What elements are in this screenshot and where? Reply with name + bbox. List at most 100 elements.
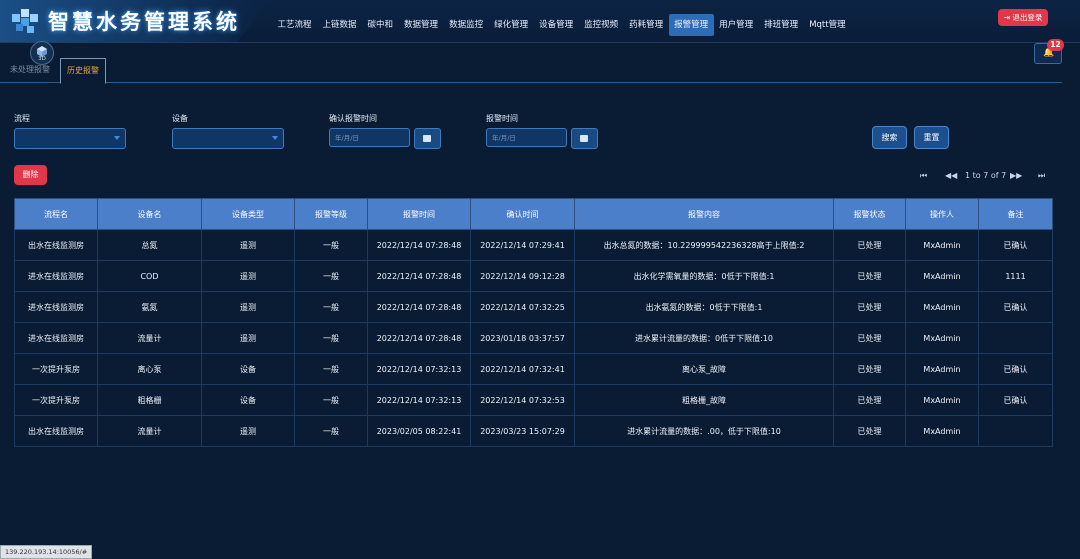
table-cell: 设备 (201, 384, 295, 416)
table-cell: 进水在线监测房 (14, 291, 98, 323)
device-filter-label: 设备 (172, 114, 188, 123)
table-row[interactable]: 进水在线监测房 COD 遥测 一般 2022/12/14 07:28:48 2022/12… (14, 260, 1053, 292)
table-row[interactable]: 进水在线监测房 氨氮 遥测 一般 2022/12/14 07:28:48 2022/12/… (14, 291, 1053, 323)
column-header[interactable]: 报警状态 (833, 198, 906, 230)
table-cell: 离心泵 (97, 353, 202, 385)
table-cell: 一般 (294, 229, 368, 261)
table-row[interactable]: 进水在线监测房 流量计 遥测 一般 2022/12/14 07:28:48 2023/01… (14, 322, 1053, 354)
logout-icon: ⇥ (1003, 13, 1010, 22)
table-cell: 2023/02/05 08:22:41 (367, 415, 471, 447)
calendar-icon (423, 135, 431, 142)
table-cell: 已处理 (833, 229, 906, 261)
nav-item[interactable]: 排班管理 (759, 14, 804, 36)
table-cell: 粗格栅_故障 (574, 384, 834, 416)
last-page-icon[interactable]: ⏭ (1038, 171, 1045, 181)
table-row[interactable]: 出水在线监测房 总氮 遥测 一般 2022/12/14 07:28:48 2022/12/… (14, 229, 1053, 261)
next-page-icon[interactable]: ▶▶ (1010, 171, 1022, 180)
table-cell: 2023/03/23 15:07:29 (470, 415, 575, 447)
nav-item[interactable]: 监控视频 (579, 14, 624, 36)
table-cell: 进水在线监测房 (14, 322, 98, 354)
tab-unprocessed-alarms[interactable]: 未处理报警 (4, 58, 56, 82)
table-row[interactable]: 一次提升泵房 离心泵 设备 一般 2022/12/14 07:32:13 2022/12/… (14, 353, 1053, 385)
table-cell: 已处理 (833, 415, 906, 447)
table-cell: 已确认 (978, 229, 1053, 261)
table-cell: 2022/12/14 07:32:13 (367, 353, 471, 385)
column-header[interactable]: 确认时间 (470, 198, 575, 230)
nav-item[interactable]: 药耗管理 (624, 14, 669, 36)
table-cell: MxAdmin (905, 415, 979, 447)
table-cell: 2022/12/14 07:32:25 (470, 291, 575, 323)
nav-item[interactable]: 工艺流程 (272, 14, 317, 36)
reset-button[interactable]: 重置 (914, 126, 949, 149)
nav-item[interactable]: 用户管理 (714, 14, 759, 36)
nav-item[interactable]: 数据监控 (444, 14, 489, 36)
column-header[interactable]: 报警时间 (367, 198, 471, 230)
nav-item[interactable]: 设备管理 (534, 14, 579, 36)
table-cell: 已确认 (978, 353, 1053, 385)
table-cell: MxAdmin (905, 384, 979, 416)
nav-item[interactable]: 报警管理 (668, 14, 714, 36)
logout-button[interactable]: ⇥ 退出登录 (998, 9, 1048, 26)
search-button[interactable]: 搜索 (872, 126, 907, 149)
top-bar: 智慧水务管理系统 工艺流程 上链数据 碳中和 数据管理 数据监控 绿化管理 设备管理 监控视频… (0, 0, 1080, 43)
chevron-down-icon (114, 136, 120, 140)
logo-area: 智慧水务管理系统 (0, 0, 270, 42)
table-cell: 2022/12/14 07:28:48 (367, 291, 471, 323)
table-cell: 2023/01/18 03:37:57 (470, 322, 575, 354)
table-cell: 已处理 (833, 384, 906, 416)
column-header[interactable]: 备注 (978, 198, 1053, 230)
table-cell: 已确认 (978, 291, 1053, 323)
table-row[interactable]: 一次提升泵房 粗格栅 设备 一般 2022/12/14 07:32:13 2022/12/… (14, 384, 1053, 416)
alarm-tabs: 未处理报警 历史报警 (0, 58, 1062, 84)
table-cell: MxAdmin (905, 322, 979, 354)
table-cell: 2022/12/14 07:32:13 (367, 384, 471, 416)
column-header[interactable]: 报警内容 (574, 198, 834, 230)
alarm-time-input[interactable]: 年/月/日 (486, 128, 567, 147)
nav-item[interactable]: 数据管理 (399, 14, 444, 36)
logout-label: 退出登录 (1012, 13, 1043, 22)
confirm-time-calendar-button[interactable] (414, 128, 441, 149)
table-cell: 已处理 (833, 291, 906, 323)
table-cell: 出水在线监测房 (14, 415, 98, 447)
table-cell: 离心泵_故障 (574, 353, 834, 385)
table-cell: 2022/12/14 07:28:48 (367, 322, 471, 354)
column-header[interactable]: 流程名 (14, 198, 98, 230)
prev-page-icon[interactable]: ◀◀ (945, 171, 957, 180)
delete-button[interactable]: 删除 (14, 165, 47, 185)
process-filter-label: 流程 (14, 114, 30, 123)
nav-item[interactable]: Mqtt管理 (804, 14, 851, 36)
nav-item[interactable]: 碳中和 (362, 14, 399, 36)
alarm-time-calendar-button[interactable] (571, 128, 598, 149)
main-nav: 工艺流程 上链数据 碳中和 数据管理 数据监控 绿化管理 设备管理 监控视频 药耗管理 报警管理用… (272, 14, 851, 36)
table-cell: 粗格栅 (97, 384, 202, 416)
table-row[interactable]: 出水在线监测房 流量计 遥测 一般 2023/02/05 08:22:41 2023/03… (14, 415, 1053, 447)
column-header[interactable]: 操作人 (905, 198, 979, 230)
device-select[interactable] (172, 128, 284, 149)
confirm-time-input[interactable]: 年/月/日 (329, 128, 410, 147)
table-cell: MxAdmin (905, 260, 979, 292)
process-select[interactable] (14, 128, 126, 149)
table-cell: 出水氨氮的数据：0低于下限值:1 (574, 291, 834, 323)
table-cell: MxAdmin (905, 353, 979, 385)
table-cell: 氨氮 (97, 291, 202, 323)
table-cell: 已处理 (833, 322, 906, 354)
tab-history-alarms[interactable]: 历史报警 (60, 58, 106, 84)
first-page-icon[interactable]: ⏮ (920, 171, 927, 181)
table-cell: 遥测 (201, 322, 295, 354)
nav-item[interactable]: 绿化管理 (489, 14, 534, 36)
table-body: 出水在线监测房 总氮 遥测 一般 2022/12/14 07:28:48 2022/12/… (14, 229, 1053, 447)
table-cell: 2022/12/14 07:32:53 (470, 384, 575, 416)
column-header[interactable]: 设备名 (97, 198, 202, 230)
table-cell: 一般 (294, 415, 368, 447)
column-header[interactable]: 报警等级 (294, 198, 368, 230)
column-header[interactable]: 设备类型 (201, 198, 295, 230)
alarm-history-table: 流程名 设备名 设备类型 报警等级 报警时间 确认时间 报警内容 报警状态 操作人 备注 出水在线… (14, 198, 1053, 447)
table-cell: 遥测 (201, 229, 295, 261)
table-cell: 进水累计流量的数据：0低于下限值:10 (574, 322, 834, 354)
table-cell: 遥测 (201, 291, 295, 323)
table-cell: 一般 (294, 353, 368, 385)
nav-item[interactable]: 上链数据 (317, 14, 362, 36)
chevron-down-icon (272, 136, 278, 140)
table-cell: 一般 (294, 260, 368, 292)
table-cell: 1111 (978, 260, 1053, 292)
